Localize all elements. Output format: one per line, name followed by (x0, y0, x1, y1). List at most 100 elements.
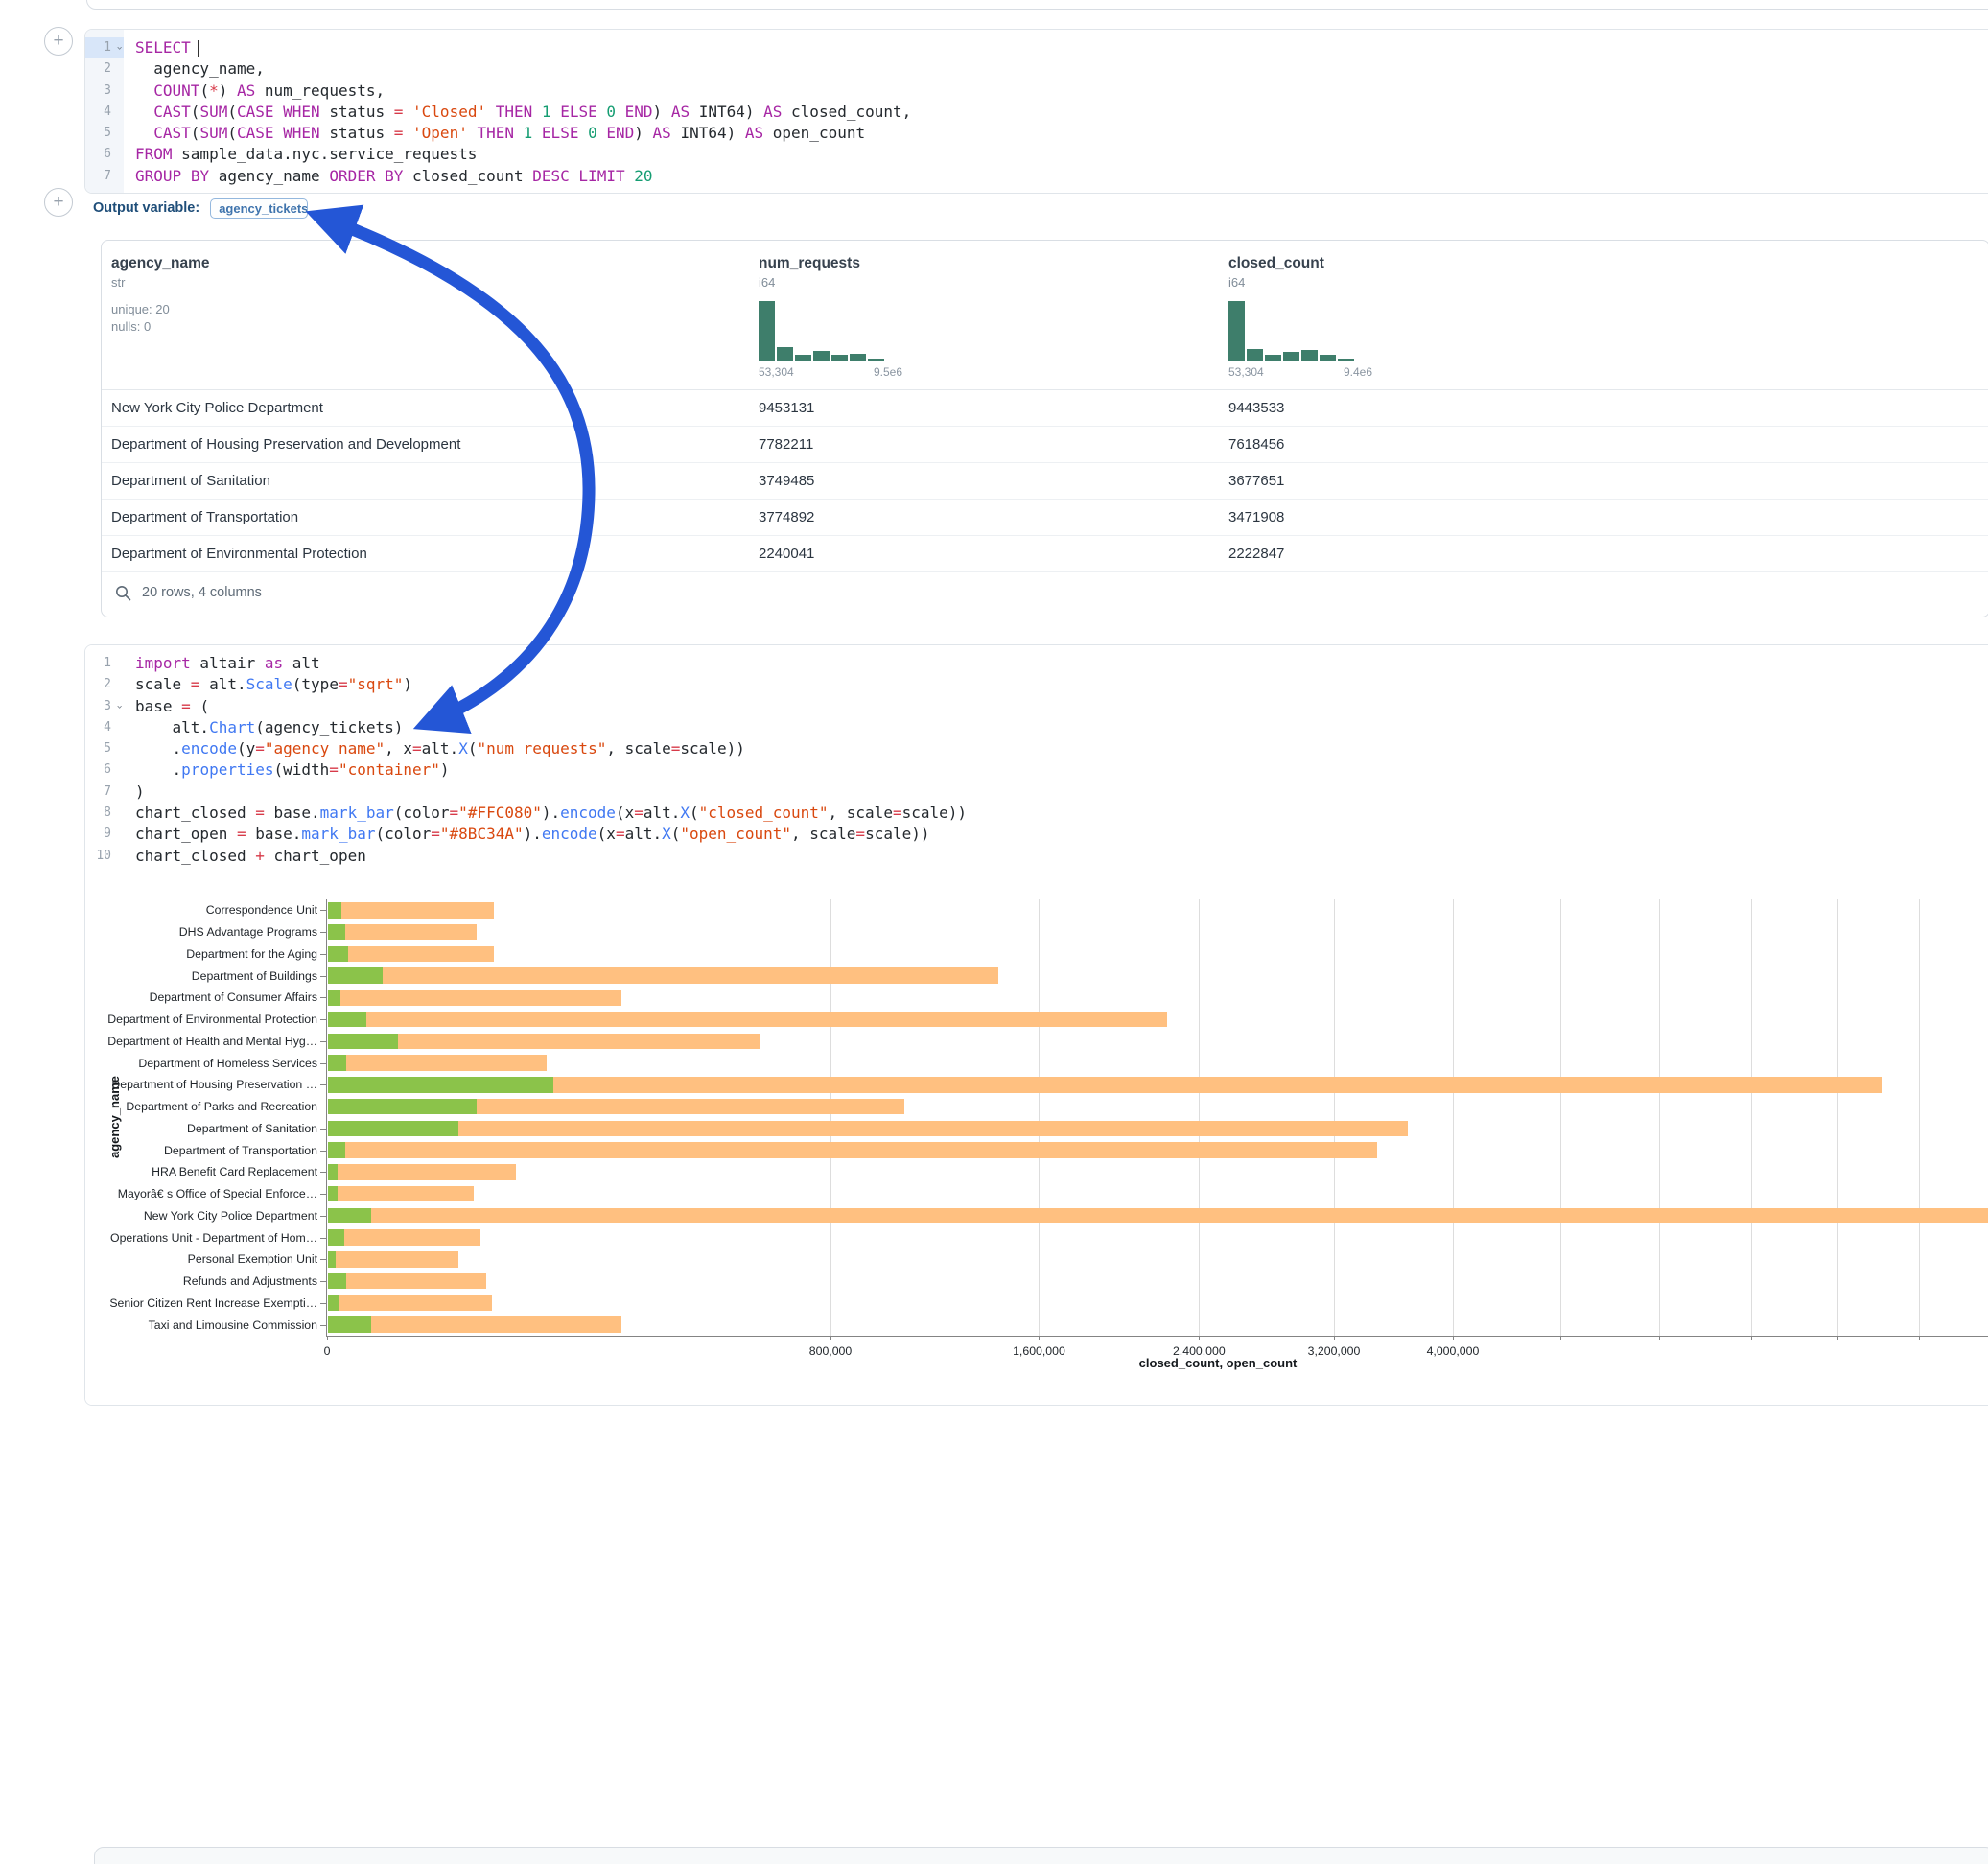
bar-closed_count (328, 1142, 1377, 1158)
bar-closed_count (328, 967, 998, 984)
x-axis-tick (1837, 1336, 1838, 1340)
code-line: COUNT(*) AS num_requests, (135, 81, 1988, 102)
bar-open_count (328, 1034, 398, 1050)
bar-open_count (328, 902, 341, 919)
table-footer: 20 rows, 4 columns (102, 569, 1988, 617)
y-axis-label: Department for the Aging (0, 947, 317, 961)
y-axis-tick (320, 1084, 327, 1085)
bar-closed_count (328, 1055, 547, 1071)
sql-cell: 1›234567 SELECT agency_name, COUNT(*) AS… (84, 29, 1988, 194)
line-number: 3 (85, 81, 124, 102)
bar-open_count (328, 1273, 346, 1290)
line-number: 1 (85, 653, 124, 674)
table-row[interactable]: Department of Environmental Protection22… (102, 536, 1988, 572)
y-axis-tick (320, 1216, 327, 1217)
y-axis-tick (320, 1303, 327, 1304)
table-row[interactable]: Department of Transportation377489234719… (102, 500, 1988, 536)
previous-cell-edge (86, 0, 1988, 10)
line-number: 4 (85, 717, 124, 738)
y-axis-tick (320, 932, 327, 933)
column-histogram (759, 301, 902, 361)
x-axis-tick (1751, 1336, 1752, 1340)
y-axis-label: Department of Parks and Recreation (0, 1100, 317, 1113)
line-number: 3› (85, 696, 124, 717)
y-axis-label: Department of Buildings (0, 969, 317, 983)
search-icon[interactable] (115, 585, 131, 601)
bar-open_count (328, 946, 348, 963)
y-axis-tick (320, 1259, 327, 1260)
code-line: alt.Chart(agency_tickets) (135, 717, 1988, 738)
table-cell: 9453131 (759, 390, 814, 426)
output-variable-label: Output variable: (93, 200, 199, 216)
bar-open_count (328, 1077, 553, 1093)
x-axis-tick (1453, 1336, 1454, 1340)
code-line: scale = alt.Scale(type="sqrt") (135, 674, 1988, 695)
add-cell-button-top[interactable]: + (44, 27, 73, 56)
fold-chevron-icon[interactable]: › (109, 703, 130, 710)
y-axis-label: HRA Benefit Card Replacement (0, 1165, 317, 1178)
column-histogram (1228, 301, 1372, 361)
bar-open_count (328, 990, 340, 1006)
table-cell: 9443533 (1228, 390, 1284, 426)
y-axis-tick (320, 1281, 327, 1282)
code-line: .encode(y="agency_name", x=alt.X("num_re… (135, 738, 1988, 759)
x-axis-tick (1659, 1336, 1660, 1340)
y-axis-tick (320, 1041, 327, 1042)
line-number: 5 (85, 123, 124, 144)
chart-x-axis-title: closed_count, open_count (326, 1356, 1988, 1370)
line-number: 2 (85, 674, 124, 695)
y-axis-label: Department of Housing Preservation … (0, 1078, 317, 1091)
gridline (1039, 899, 1040, 1336)
bar-closed_count (328, 902, 494, 919)
line-number: 7 (85, 781, 124, 803)
x-axis-tick (830, 1336, 831, 1340)
output-variable-pill[interactable]: agency_tickets (210, 198, 308, 219)
table-cell: New York City Police Department (111, 390, 323, 426)
column-header[interactable]: closed_counti6453,3049.4e6 (1228, 255, 1372, 379)
code-line: GROUP BY agency_name ORDER BY closed_cou… (135, 166, 1988, 187)
y-axis-label: Taxi and Limousine Commission (0, 1318, 317, 1332)
code-line: SELECT (135, 37, 1988, 58)
line-number: 7 (85, 166, 124, 187)
notebook-canvas: + + 1›234567 SELECT agency_name, COUNT(*… (0, 0, 1988, 1864)
y-axis-label: DHS Advantage Programs (0, 925, 317, 939)
x-axis-tick (1039, 1336, 1040, 1340)
line-number: 6 (85, 759, 124, 781)
code-line: base = ( (135, 696, 1988, 717)
bar-closed_count (328, 1186, 474, 1202)
y-axis-label: Senior Citizen Rent Increase Exempti… (0, 1296, 317, 1310)
y-axis-label: Department of Health and Mental Hyg… (0, 1035, 317, 1048)
y-axis-label: Department of Consumer Affairs (0, 990, 317, 1004)
x-axis-tick (1334, 1336, 1335, 1340)
bar-closed_count (328, 1251, 458, 1268)
y-axis-tick (320, 1325, 327, 1326)
add-cell-button-output[interactable]: + (44, 188, 73, 217)
fold-chevron-icon[interactable]: › (109, 45, 130, 52)
chart-plot-area: 0800,0001,600,0002,400,0003,200,0004,000… (326, 899, 1988, 1337)
code-line: FROM sample_data.nyc.service_requests (135, 144, 1988, 165)
table-cell: 2222847 (1228, 536, 1284, 571)
gridline (1453, 899, 1454, 1336)
y-axis-label: Department of Homeless Services (0, 1057, 317, 1070)
bar-open_count (328, 1164, 338, 1180)
code-line: import altair as alt (135, 653, 1988, 674)
line-number: 1› (85, 37, 124, 58)
column-header[interactable]: agency_namestrunique: 20nulls: 0 (111, 255, 210, 334)
sql-editor[interactable]: SELECT agency_name, COUNT(*) AS num_requ… (124, 30, 1988, 193)
table-row[interactable]: New York City Police Department 9453131 94… (102, 390, 1988, 427)
column-header[interactable]: num_requestsi6453,3049.5e6 (759, 255, 902, 379)
table-cell: 7782211 (759, 427, 813, 462)
bar-closed_count (328, 924, 477, 941)
chart-y-axis-labels: Correspondence UnitDHS Advantage Program… (0, 899, 317, 1336)
bar-closed_count (328, 1208, 1988, 1224)
y-axis-tick (320, 997, 327, 998)
y-axis-tick (320, 954, 327, 955)
line-number: 6 (85, 144, 124, 165)
bar-closed_count (328, 1229, 480, 1246)
bar-open_count (328, 1251, 336, 1268)
code-line: chart_closed = base.mark_bar(color="#FFC… (135, 803, 1988, 824)
table-row[interactable]: Department of Sanitation37494853677651 (102, 463, 1988, 500)
bar-open_count (328, 1012, 366, 1028)
y-axis-label: Personal Exemption Unit (0, 1252, 317, 1266)
table-row[interactable]: Department of Housing Preservation and D… (102, 427, 1988, 463)
